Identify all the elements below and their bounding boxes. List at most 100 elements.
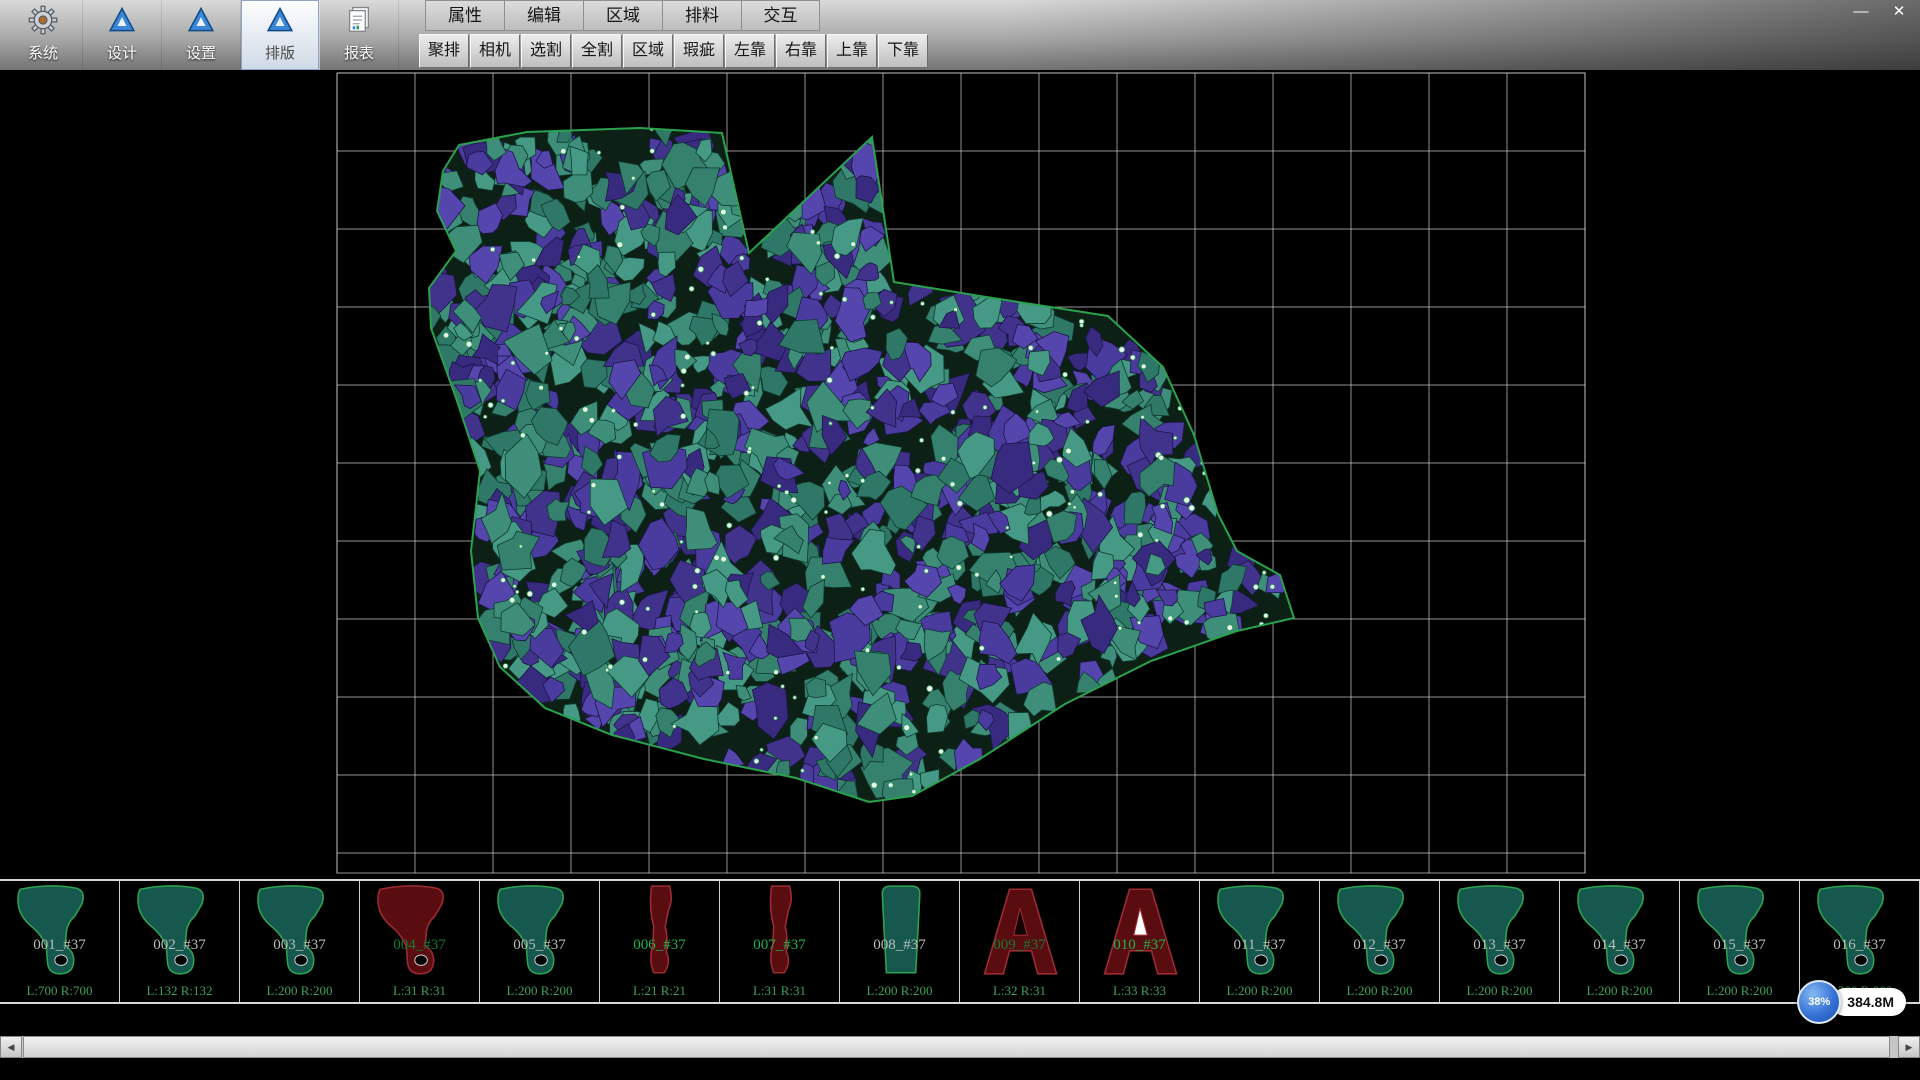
app-tab-label: 设计 (107, 42, 137, 63)
pattern-shape (4, 883, 116, 979)
scrollbar-thumb[interactable] (23, 1036, 1890, 1058)
tool-cluster-nest-button[interactable]: 聚排 (419, 34, 469, 68)
pattern-shape (364, 883, 476, 979)
tool-region-button[interactable]: 区域 (623, 34, 673, 68)
close-button[interactable]: ✕ (1888, 2, 1910, 22)
app-tab-label: 报表 (344, 42, 374, 63)
pattern-id: 009_#37 (960, 937, 1079, 954)
pattern-id: 016_#37 (1800, 937, 1919, 954)
progress-widget: 38% 384.8M (1797, 980, 1906, 1024)
pattern-thumbnail[interactable]: 004_#37L:31 R:31 (360, 881, 480, 1002)
pattern-thumbnail[interactable]: 010_#37L:33 R:33 (1080, 881, 1200, 1002)
app-tab-design[interactable]: 设计 (83, 0, 162, 70)
set-square-icon (186, 5, 216, 40)
pattern-thumbnail[interactable]: 015_#37 L:200 R:200 (1680, 881, 1800, 1002)
pattern-lr-count: L:200 R:200 (240, 983, 359, 999)
minimize-button[interactable]: — (1850, 2, 1872, 22)
pattern-strip: 001_#37L:700 R:700002_#37L:132 R:132003_… (0, 879, 1920, 1004)
horizontal-scrollbar[interactable]: ◀ ▶ (0, 1036, 1920, 1058)
menu-properties[interactable]: 属性 (425, 0, 504, 31)
tool-camera-button[interactable]: 相机 (470, 34, 520, 68)
pattern-thumbnail[interactable]: 012_#37 L:200 R:200 (1320, 881, 1440, 1002)
tool-snap-bottom-button[interactable]: 下靠 (878, 34, 928, 68)
pattern-id: 014_#37 (1560, 937, 1679, 954)
pattern-shape (1684, 883, 1796, 979)
pattern-lr-count: L:33 R:33 (1080, 983, 1199, 999)
pattern-thumbnail[interactable]: 008_#37 L:200 R:200 (840, 881, 960, 1002)
tool-defect-button[interactable]: 瑕疵 (674, 34, 724, 68)
progress-circle: 38% (1797, 980, 1841, 1024)
app-tab-label: 系统 (28, 42, 58, 63)
pattern-thumbnail[interactable]: 006_#37L:21 R:21 (600, 881, 720, 1002)
pattern-shape (724, 883, 836, 979)
app-tab-report[interactable]: 报表 (320, 0, 399, 70)
pattern-lr-count: L:200 R:200 (480, 983, 599, 999)
pattern-shape (964, 883, 1076, 979)
scrollbar-track[interactable] (22, 1036, 1898, 1058)
pattern-id: 005_#37 (480, 937, 599, 954)
pattern-lr-count: L:200 R:200 (1320, 983, 1439, 999)
pattern-shape (844, 883, 956, 979)
pattern-lr-count: L:200 R:200 (840, 983, 959, 999)
set-square-icon (107, 5, 137, 40)
app-tab-label: 设置 (186, 42, 216, 63)
pattern-id: 002_#37 (120, 937, 239, 954)
progress-percent: 38% (1808, 996, 1830, 1008)
menu-interact[interactable]: 交互 (741, 0, 820, 31)
pattern-thumbnail[interactable]: 007_#37L:31 R:31 (720, 881, 840, 1002)
tool-snap-left-button[interactable]: 左靠 (725, 34, 775, 68)
report-icon (344, 5, 374, 40)
pattern-id: 011_#37 (1200, 937, 1319, 954)
menu-nest[interactable]: 排料 (662, 0, 741, 31)
pattern-thumbnail[interactable]: 005_#37 L:200 R:200 (480, 881, 600, 1002)
pattern-shape (1444, 883, 1556, 979)
pattern-thumbnail[interactable]: 013_#37L:200 R:200 (1440, 881, 1560, 1002)
app-tab-bar: 系统 设计 设置 排版 报表 (4, 0, 399, 70)
menu-edit[interactable]: 编辑 (504, 0, 583, 31)
pattern-shape (1084, 883, 1196, 979)
pattern-lr-count: L:200 R:200 (1560, 983, 1679, 999)
pattern-shape (124, 883, 236, 979)
tool-cut-all-button[interactable]: 全割 (572, 34, 622, 68)
pattern-shape (1324, 883, 1436, 979)
tool-select-cut-button[interactable]: 选割 (521, 34, 571, 68)
pattern-thumbnail[interactable]: 014_#37 L:200 R:200 (1560, 881, 1680, 1002)
pattern-thumbnail[interactable]: 002_#37 L:132 R:132 (120, 881, 240, 1002)
scroll-right-arrow[interactable]: ▶ (1898, 1036, 1920, 1058)
pattern-id: 013_#37 (1440, 937, 1559, 954)
pattern-thumbnail[interactable]: 009_#37 L:32 R:31 (960, 881, 1080, 1002)
pattern-lr-count: L:31 R:31 (360, 983, 479, 999)
pattern-lr-count: L:200 R:200 (1680, 983, 1799, 999)
pattern-lr-count: L:132 R:132 (120, 983, 239, 999)
app-window: 系统设计设置排版报表 属性编辑区域排料交互 聚排相机选割全割区域瑕疵左靠右靠上靠… (0, 0, 1920, 1080)
app-tab-label: 排版 (265, 42, 295, 63)
pattern-id: 001_#37 (0, 937, 119, 954)
app-tab-settings[interactable]: 设置 (162, 0, 241, 70)
toolbar-shade (998, 0, 1920, 70)
tool-snap-right-button[interactable]: 右靠 (776, 34, 826, 68)
pattern-shape (604, 883, 716, 979)
gear-icon (28, 5, 58, 40)
window-controls: — ✕ (1850, 2, 1910, 22)
memory-indicator: 384.8M (1831, 988, 1906, 1016)
menu-region[interactable]: 区域 (583, 0, 662, 31)
pattern-id: 006_#37 (600, 937, 719, 954)
pattern-id: 008_#37 (840, 937, 959, 954)
pattern-thumbnail[interactable]: 001_#37 L:700 R:700 (0, 881, 120, 1002)
pattern-lr-count: L:32 R:31 (960, 983, 1079, 999)
pattern-id: 012_#37 (1320, 937, 1439, 954)
pattern-lr-count: L:200 R:200 (1200, 983, 1319, 999)
pattern-id: 015_#37 (1680, 937, 1799, 954)
pattern-shape (484, 883, 596, 979)
tool-snap-top-button[interactable]: 上靠 (827, 34, 877, 68)
nesting-canvas[interactable] (0, 70, 1920, 879)
pattern-thumbnail[interactable]: 003_#37 L:200 R:200 (240, 881, 360, 1002)
app-tab-system[interactable]: 系统 (4, 0, 83, 70)
pattern-thumbnail[interactable]: 011_#37 L:200 R:200 (1200, 881, 1320, 1002)
nesting-canvas-drawing (0, 70, 1920, 879)
pattern-id: 003_#37 (240, 937, 359, 954)
pattern-id: 007_#37 (720, 937, 839, 954)
app-tab-nesting[interactable]: 排版 (241, 0, 320, 70)
scroll-left-arrow[interactable]: ◀ (0, 1036, 22, 1058)
pattern-lr-count: L:700 R:700 (0, 983, 119, 999)
